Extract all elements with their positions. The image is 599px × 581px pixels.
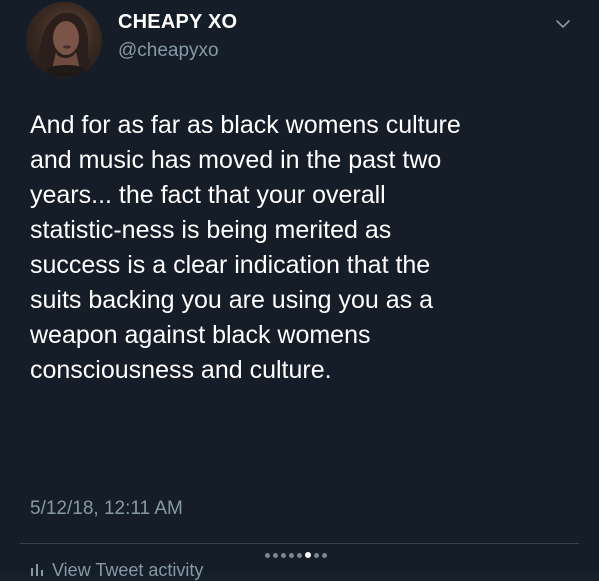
divider (20, 543, 579, 544)
bar-chart-icon (30, 560, 44, 581)
view-tweet-activity-link[interactable]: View Tweet activity (30, 560, 203, 581)
view-tweet-activity-label: View Tweet activity (52, 560, 204, 580)
avatar[interactable] (26, 2, 102, 78)
carousel-dot (314, 552, 319, 558)
timestamp[interactable]: 5/12/18, 12:11 AM (30, 498, 183, 520)
display-name[interactable]: CHEAPY XO (118, 11, 237, 34)
carousel-dot (322, 552, 327, 558)
carousel-indicator (265, 551, 327, 559)
tweet-text: And for as far as black womens culture a… (30, 111, 461, 384)
carousel-dot-active (305, 552, 311, 558)
user-handle[interactable]: @cheapyxo (118, 40, 219, 62)
carousel-dot (289, 552, 294, 558)
tweet-card: CHEAPY XO @cheapyxo And for as far as bl… (0, 0, 599, 580)
carousel-dot (297, 552, 302, 558)
chevron-down-icon[interactable] (553, 14, 573, 34)
carousel-dot (265, 552, 270, 558)
avatar-image (38, 12, 96, 78)
carousel-dot (273, 552, 278, 558)
carousel-dot (281, 552, 286, 558)
